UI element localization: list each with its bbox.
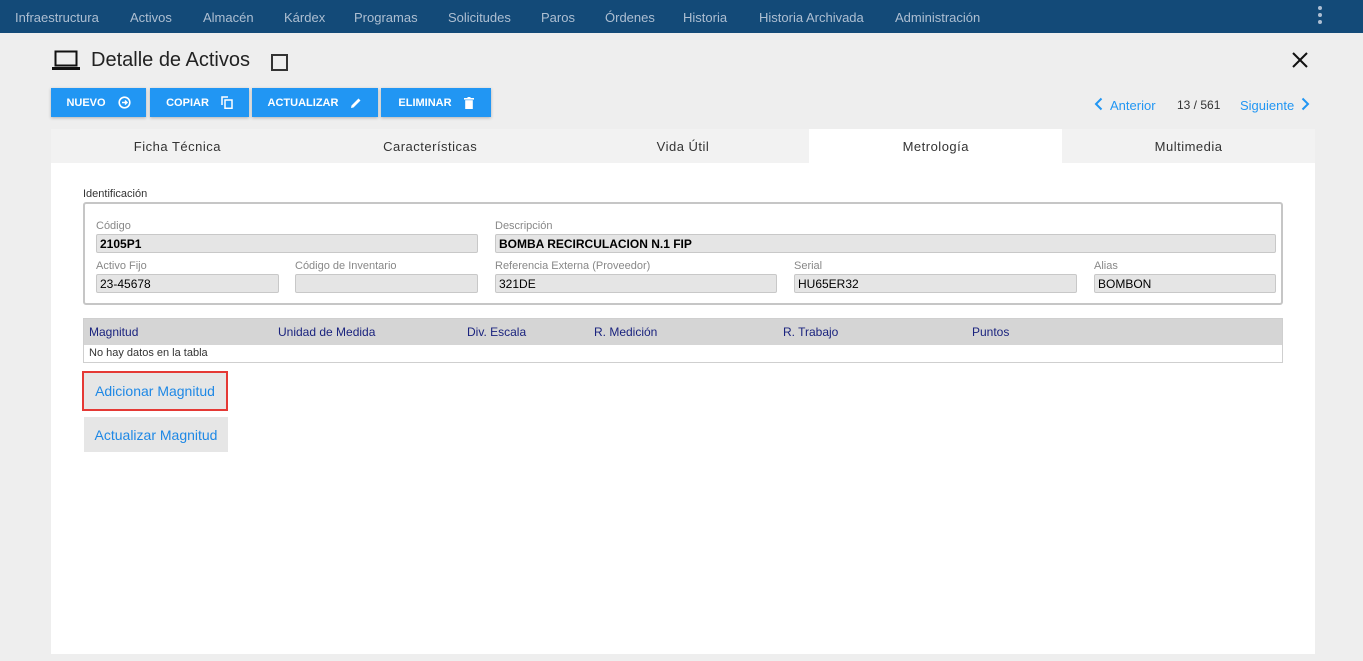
codigo-field[interactable] (96, 234, 478, 253)
copiar-button-label: COPIAR (166, 96, 209, 109)
column-div-escala[interactable]: Div. Escala (467, 319, 526, 346)
table-header: Magnitud Unidad de Medida Div. Escala R.… (84, 319, 1282, 345)
actualizar-magnitud-button[interactable]: Actualizar Magnitud (84, 417, 228, 452)
eliminar-button-label: ELIMINAR (398, 96, 452, 109)
table-empty-message: No hay datos en la tabla (89, 347, 208, 359)
close-icon[interactable] (1290, 50, 1310, 70)
nav-item-infraestructura[interactable]: Infraestructura (15, 0, 99, 33)
serial-label: Serial (794, 260, 823, 272)
pager-count: 13 / 561 (1177, 98, 1221, 112)
serial-field[interactable] (794, 274, 1077, 293)
column-r-medicion[interactable]: R. Medición (594, 319, 657, 346)
chevron-left-icon (1094, 97, 1103, 114)
eliminar-button[interactable]: ELIMINAR (381, 88, 491, 117)
nav-item-historia[interactable]: Historia (683, 0, 727, 33)
referencia-externa-label: Referencia Externa (Proveedor) (495, 260, 651, 272)
alias-label: Alias (1094, 260, 1118, 272)
actualizar-button-label: ACTUALIZAR (267, 96, 339, 109)
alias-field[interactable] (1094, 274, 1276, 293)
codigo-label: Código (96, 220, 131, 232)
codigo-inventario-label: Código de Inventario (295, 260, 397, 272)
nav-item-historia-archivada[interactable]: Historia Archivada (759, 0, 864, 33)
trash-icon (463, 96, 474, 109)
descripcion-label: Descripción (495, 220, 553, 232)
identificacion-legend: Identificación (83, 188, 148, 200)
title-checkbox[interactable] (271, 54, 288, 71)
codigo-inventario-field[interactable] (295, 274, 478, 293)
copiar-button[interactable]: COPIAR (150, 88, 249, 117)
page-title: Detalle de Activos (91, 49, 250, 71)
pager-next[interactable]: Siguiente (1240, 97, 1310, 114)
add-circle-icon (117, 96, 131, 109)
nav-item-programas[interactable]: Programas (354, 0, 418, 33)
adicionar-magnitud-button[interactable]: Adicionar Magnitud (82, 371, 228, 411)
tab-ficha-tecnica[interactable]: Ficha Técnica (51, 129, 304, 163)
tab-metrologia[interactable]: Metrología (809, 129, 1063, 163)
column-unidad-medida[interactable]: Unidad de Medida (278, 319, 375, 346)
activo-fijo-label: Activo Fijo (96, 260, 147, 272)
magnitudes-table: Magnitud Unidad de Medida Div. Escala R.… (83, 318, 1283, 363)
nuevo-button-label: NUEVO (66, 96, 106, 109)
nav-item-administracion[interactable]: Administración (895, 0, 980, 33)
more-options-icon[interactable] (1313, 5, 1327, 25)
column-magnitud[interactable]: Magnitud (89, 319, 138, 346)
pager-previous[interactable]: Anterior (1094, 97, 1156, 114)
referencia-externa-field[interactable] (495, 274, 777, 293)
nav-item-paros[interactable]: Paros (541, 0, 575, 33)
column-r-trabajo[interactable]: R. Trabajo (783, 319, 838, 346)
tab-caracteristicas[interactable]: Características (304, 129, 557, 163)
descripcion-field[interactable] (495, 234, 1276, 253)
pager-previous-label: Anterior (1110, 98, 1156, 113)
nav-item-ordenes[interactable]: Órdenes (605, 0, 655, 33)
actualizar-button[interactable]: ACTUALIZAR (252, 88, 378, 117)
nav-item-kardex[interactable]: Kárdex (284, 0, 325, 33)
detail-tabs: Ficha Técnica Características Vida Útil … (51, 129, 1315, 163)
activo-fijo-field[interactable] (96, 274, 279, 293)
nav-item-almacen[interactable]: Almacén (203, 0, 254, 33)
chevron-right-icon (1301, 97, 1310, 114)
pager-next-label: Siguiente (1240, 98, 1295, 113)
pencil-icon (350, 97, 362, 109)
nuevo-button[interactable]: NUEVO (51, 88, 146, 117)
nav-item-solicitudes[interactable]: Solicitudes (448, 0, 511, 33)
nav-item-activos[interactable]: Activos (130, 0, 172, 33)
top-navigation-bar: Infraestructura Activos Almacén Kárdex P… (0, 0, 1363, 33)
column-puntos[interactable]: Puntos (972, 319, 1009, 346)
tab-multimedia[interactable]: Multimedia (1062, 129, 1315, 163)
copy-icon (221, 96, 233, 109)
tab-vida-util[interactable]: Vida Útil (557, 129, 810, 163)
laptop-icon (52, 50, 80, 72)
